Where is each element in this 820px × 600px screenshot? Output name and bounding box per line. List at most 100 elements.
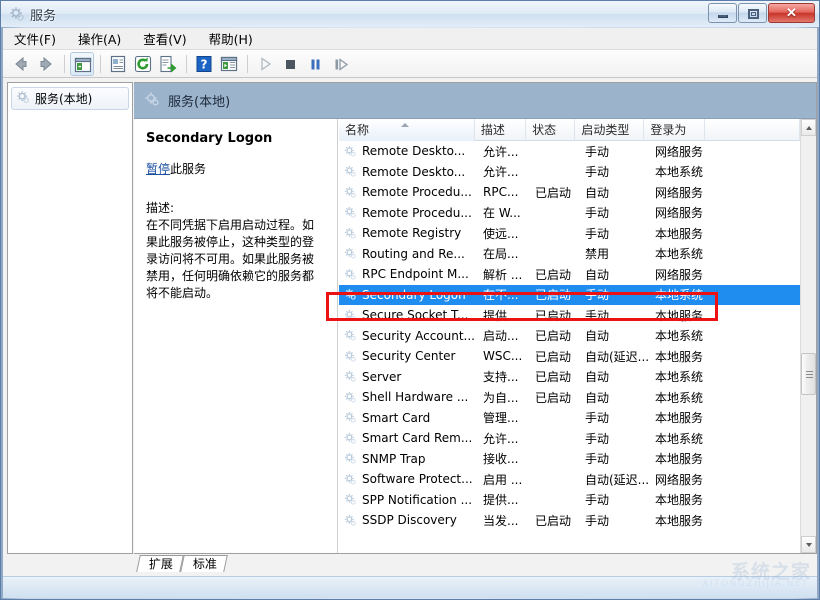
- table-row[interactable]: Shell Hardware ...为自...已启动自动本地系统: [339, 387, 800, 408]
- service-action-suffix: 此服务: [170, 162, 206, 176]
- table-row[interactable]: Security CenterWSC...已启动自动(延迟...本地服务: [339, 346, 800, 367]
- service-gear-icon: [344, 370, 357, 383]
- tab-1[interactable]: 扩展: [136, 555, 184, 572]
- service-name-label: Smart Card Rem...: [362, 431, 472, 445]
- service-gear-icon: [344, 309, 357, 322]
- table-row[interactable]: SSDP Discovery当发...已启动手动本地服务: [339, 510, 800, 531]
- table-row[interactable]: Software Protect...启用 ...自动(延迟...网络服务: [339, 469, 800, 490]
- stop-service-icon[interactable]: [278, 52, 302, 76]
- services-list: 名称描述状态 启动类型登录为 Remote Deskto...允许...手动网络服…: [339, 119, 816, 553]
- table-row[interactable]: SPP Notification ...提供...手动本地服务: [339, 490, 800, 511]
- cell-service-name: Routing and Re...: [339, 247, 477, 261]
- menu-help[interactable]: 帮助(H): [198, 27, 264, 50]
- help-icon[interactable]: ?: [192, 52, 216, 76]
- properties-icon[interactable]: [106, 52, 130, 76]
- table-row[interactable]: Smart Card管理...手动本地服务: [339, 408, 800, 429]
- toolbar: ?: [3, 50, 817, 78]
- cell-logon-as: 本地系统: [649, 327, 711, 344]
- cell-description: 允许...: [477, 430, 529, 447]
- service-action-line: 暂停此服务: [146, 160, 325, 177]
- show-action-pane-icon[interactable]: [217, 52, 241, 76]
- export-list-icon[interactable]: [156, 52, 180, 76]
- cell-logon-as: 本地服务: [649, 348, 711, 365]
- scrollbar-thumb[interactable]: [801, 353, 816, 395]
- table-row[interactable]: Security Account...启动...已启动自动本地系统: [339, 326, 800, 347]
- cell-status: 已启动: [529, 389, 579, 406]
- cell-logon-as: 本地服务: [649, 225, 711, 242]
- chevron-down-icon: [806, 543, 812, 547]
- table-row[interactable]: RPC Endpoint M...解析 ...已启动自动网络服务: [339, 264, 800, 285]
- scroll-down-button[interactable]: [801, 536, 816, 553]
- cell-startup-type: 自动: [579, 266, 649, 283]
- menu-file[interactable]: 文件(F): [3, 27, 67, 50]
- table-row[interactable]: Remote Procedu...在 W...手动网络服务: [339, 203, 800, 224]
- pause-service-link[interactable]: 暂停: [146, 162, 170, 176]
- minimize-button[interactable]: [708, 3, 737, 23]
- service-gear-icon: [344, 391, 357, 404]
- list-rows: Remote Deskto...允许...手动网络服务Remote Deskto…: [339, 141, 800, 553]
- cell-description: RPC...: [477, 185, 529, 199]
- scroll-up-button[interactable]: [801, 119, 816, 136]
- cell-status: 已启动: [529, 348, 579, 365]
- column-header-4[interactable]: 启动类型: [575, 119, 644, 141]
- service-name-label: Remote Registry: [362, 226, 461, 240]
- toolbar-separator: [186, 55, 187, 73]
- close-button[interactable]: ✕: [768, 3, 815, 23]
- vertical-scrollbar[interactable]: [800, 119, 816, 553]
- cell-startup-type: 自动: [579, 184, 649, 201]
- show-hide-tree-icon[interactable]: [70, 52, 94, 76]
- table-row[interactable]: Remote Deskto...允许...手动网络服务: [339, 141, 800, 162]
- tree-item-services-local[interactable]: 服务(本地): [11, 87, 129, 110]
- service-name-label: Remote Procedu...: [362, 206, 472, 220]
- minimize-icon: [718, 15, 728, 18]
- forward-arrow-icon[interactable]: [34, 52, 58, 76]
- cell-status: 已启动: [529, 512, 579, 529]
- cell-startup-type: 手动: [579, 143, 649, 160]
- column-header-6[interactable]: [705, 119, 800, 141]
- table-row[interactable]: Smart Card Rem...允许...手动本地系统: [339, 428, 800, 449]
- window-controls: ✕: [708, 3, 815, 23]
- menu-action[interactable]: 操作(A): [67, 27, 132, 50]
- tab-2[interactable]: 标准: [180, 555, 228, 572]
- column-header-5[interactable]: 登录为: [644, 119, 705, 141]
- toolbar-separator: [64, 55, 65, 73]
- cell-startup-type: 手动: [579, 491, 649, 508]
- selected-service-title: Secondary Logon: [146, 131, 325, 146]
- column-header-label: 登录为: [650, 123, 686, 137]
- cell-description: 支持...: [477, 368, 529, 385]
- refresh-icon[interactable]: [131, 52, 155, 76]
- table-row[interactable]: SNMP Trap接收...手动本地服务: [339, 449, 800, 470]
- description-text: 在不同凭据下启用启动过程。如果此服务被停止，这种类型的登录访问将不可用。如果此服…: [146, 217, 325, 302]
- table-row[interactable]: Server支持...已启动自动本地系统: [339, 367, 800, 388]
- maximize-button[interactable]: [738, 3, 767, 23]
- menu-view[interactable]: 查看(V): [132, 27, 197, 50]
- service-gear-icon: [344, 206, 357, 219]
- table-row[interactable]: Remote Registry使远...手动本地服务: [339, 223, 800, 244]
- service-gear-icon: [344, 411, 357, 424]
- service-gear-icon: [344, 432, 357, 445]
- table-row[interactable]: Secondary Logon在不...已启动手动本地系统: [339, 285, 800, 306]
- table-row[interactable]: Remote Deskto...允许...手动本地系统: [339, 162, 800, 183]
- table-row[interactable]: Secure Socket T...提供...已启动手动本地服务: [339, 305, 800, 326]
- cell-description: 启用 ...: [477, 471, 529, 488]
- column-header-3[interactable]: 状态: [526, 119, 575, 141]
- column-header-1[interactable]: 名称: [339, 119, 475, 141]
- service-gear-icon: [344, 247, 357, 260]
- cell-service-name: Security Center: [339, 349, 477, 363]
- list-header: 名称描述状态 启动类型登录为: [339, 119, 800, 141]
- cell-logon-as: 本地系统: [649, 430, 711, 447]
- table-row[interactable]: Remote Procedu...RPC...已启动自动网络服务: [339, 182, 800, 203]
- cell-description: 解析 ...: [477, 266, 529, 283]
- table-row[interactable]: Routing and Re...在局...禁用本地系统: [339, 244, 800, 265]
- service-name-label: Shell Hardware ...: [362, 390, 468, 404]
- status-bar: [3, 576, 817, 598]
- cell-startup-type: 手动: [579, 409, 649, 426]
- cell-description: 提供...: [477, 491, 529, 508]
- close-icon: ✕: [769, 4, 814, 22]
- column-header-2[interactable]: 描述: [475, 119, 526, 141]
- restart-service-icon[interactable]: [328, 52, 352, 76]
- pause-service-icon[interactable]: [303, 52, 327, 76]
- cell-logon-as: 本地服务: [649, 450, 711, 467]
- column-header-label: 状态: [532, 123, 556, 137]
- back-arrow-icon[interactable]: [9, 52, 33, 76]
